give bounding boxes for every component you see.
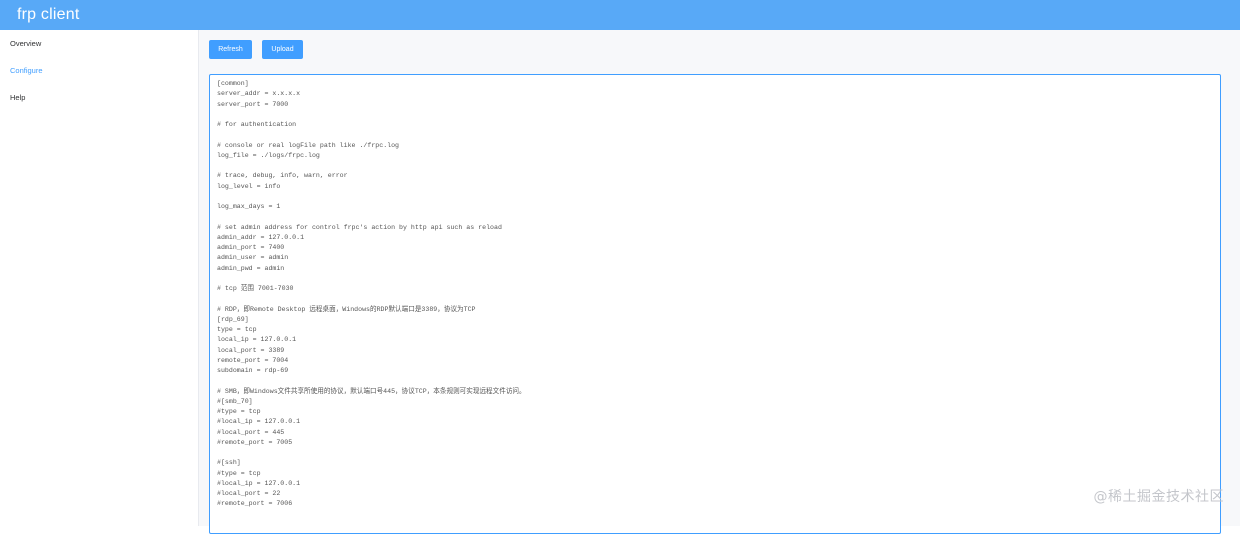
refresh-button[interactable]: Refresh (209, 40, 252, 59)
sidebar-item-help[interactable]: Help (0, 84, 198, 111)
sidebar-item-configure[interactable]: Configure (0, 57, 198, 84)
app-header: frp client (0, 0, 1240, 30)
config-editor[interactable]: [common] server_addr = x.x.x.x server_po… (209, 74, 1221, 534)
app-title: frp client (17, 6, 80, 23)
watermark: @稀土掘金技术社区 (1093, 489, 1224, 505)
toolbar: Refresh Upload (209, 40, 303, 59)
sidebar: Overview Configure Help (0, 30, 199, 526)
sidebar-nav: Overview Configure Help (0, 30, 198, 111)
sidebar-item-overview[interactable]: Overview (0, 30, 198, 57)
config-text[interactable]: [common] server_addr = x.x.x.x server_po… (210, 75, 1220, 514)
main-content: Refresh Upload [common] server_addr = x.… (199, 30, 1240, 534)
upload-button[interactable]: Upload (262, 40, 303, 59)
